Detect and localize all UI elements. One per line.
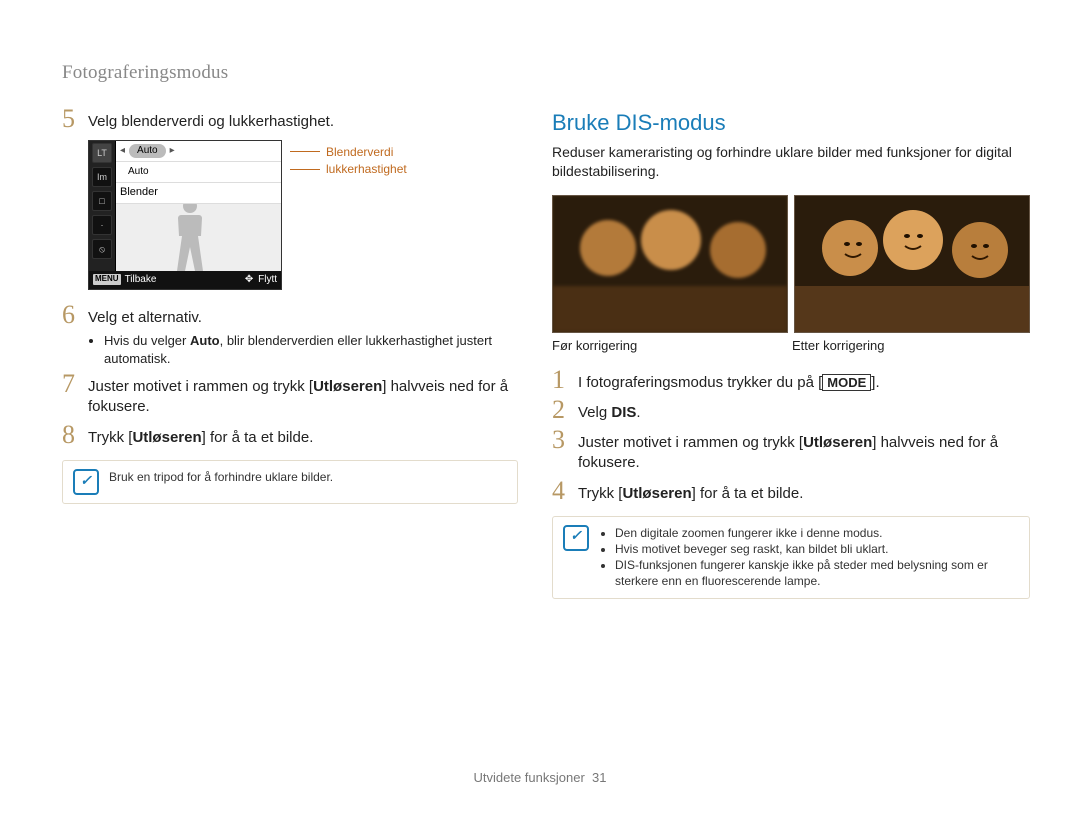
lcd-icon-4: · <box>92 215 112 235</box>
step-6: 6 Velg et alternativ. Hvis du velger Aut… <box>62 304 518 367</box>
caption-before: Før korrigering <box>552 337 786 355</box>
note-item: Hvis motivet beveger seg raskt, kan bild… <box>615 541 1019 557</box>
step-number: 1 <box>552 367 578 393</box>
lcd-back-label: Tilbake <box>125 273 157 287</box>
footer-section: Utvidete funksjoner <box>474 770 585 785</box>
step-sub-bullet: Hvis du velger Auto, blir blenderverdien… <box>104 332 518 367</box>
footer-page-number: 31 <box>592 770 606 785</box>
step-number: 4 <box>552 478 578 504</box>
leader-line <box>290 169 320 170</box>
step-text: Juster motivet i rammen og trykk [Utløse… <box>578 429 1030 474</box>
lcd-annotations: Blenderverdi lukkerhastighet <box>290 140 407 177</box>
annotation-1: Blenderverdi <box>290 144 407 160</box>
lcd-move-label: Flytt <box>258 273 277 287</box>
breadcrumb: Fotograferingsmodus <box>62 60 1030 86</box>
lcd-panel: ◂ Auto ▸ Auto Blender <box>116 141 281 271</box>
lcd-row-1: ◂ Auto ▸ <box>116 141 281 162</box>
step-number: 5 <box>62 106 88 132</box>
step-body: Velg et alternativ. Hvis du velger Auto,… <box>88 304 518 367</box>
info-icon: ✓ <box>563 525 589 551</box>
lcd-icon-3: □ <box>92 191 112 211</box>
photo-before <box>552 195 788 333</box>
note-list: Den digitale zoomen fungerer ikke i denn… <box>599 525 1019 590</box>
lcd-value-1: Auto <box>129 144 166 158</box>
step-text: Trykk [Utløseren] for å ta et bilde. <box>578 480 1030 504</box>
caption-after: Etter korrigering <box>792 337 1026 355</box>
lcd-row-3: Blender <box>116 183 281 204</box>
lcd-icon-5: ⦸ <box>92 239 112 259</box>
note-box: ✓ Bruk en tripod for å forhindre uklare … <box>62 460 518 504</box>
lcd-label-blender: Blender <box>120 185 158 200</box>
lcd-preview <box>116 204 281 271</box>
note-item: Den digitale zoomen fungerer ikke i denn… <box>615 525 1019 541</box>
person-silhouette-icon <box>170 204 210 271</box>
step-number: 7 <box>62 371 88 397</box>
info-icon: ✓ <box>73 469 99 495</box>
step-text: Trykk [Utløseren] for å ta et bilde. <box>88 424 518 448</box>
lcd-footer: MENU Tilbake ✥ Flytt <box>89 271 281 289</box>
step-number: 8 <box>62 422 88 448</box>
right-column: Bruke DIS-modus Reduser kameraristing og… <box>552 108 1030 599</box>
lcd-figure: LT Im □ · ⦸ ◂ Auto ▸ <box>88 140 518 290</box>
page-footer: Utvidete funksjoner 31 <box>0 769 1080 787</box>
lcd-row-2: Auto <box>116 162 281 183</box>
section-description: Reduser kameraristing og forhindre uklar… <box>552 143 1030 181</box>
step-3: 3 Juster motivet i rammen og trykk [Utlø… <box>552 429 1030 474</box>
note-box: ✓ Den digitale zoomen fungerer ikke i de… <box>552 516 1030 599</box>
step-text: Velg et alternativ. <box>88 309 202 326</box>
lcd-sidebar: LT Im □ · ⦸ <box>89 141 116 271</box>
left-column: 5 Velg blenderverdi og lukkerhastighet. … <box>62 108 518 599</box>
step-text: Velg blenderverdi og lukkerhastighet. <box>88 108 518 132</box>
step-number: 6 <box>62 302 88 328</box>
step-number: 3 <box>552 427 578 453</box>
photo-pair <box>552 195 1030 333</box>
step-4: 4 Trykk [Utløseren] for å ta et bilde. <box>552 480 1030 504</box>
chevron-right-icon: ▸ <box>170 144 175 158</box>
lcd-screen: LT Im □ · ⦸ ◂ Auto ▸ <box>88 140 282 290</box>
step-text: Velg DIS. <box>578 399 1030 423</box>
section-title: Bruke DIS-modus <box>552 108 1030 138</box>
note-item: DIS-funksjonen fungerer kanskje ikke på … <box>615 557 1019 589</box>
columns: 5 Velg blenderverdi og lukkerhastighet. … <box>62 108 1030 599</box>
step-7: 7 Juster motivet i rammen og trykk [Utlø… <box>62 373 518 418</box>
photo-captions: Før korrigering Etter korrigering <box>552 337 1030 355</box>
move-icon: ✥ <box>244 273 254 287</box>
mode-button-label: MODE <box>822 374 871 392</box>
photo-after <box>794 195 1030 333</box>
step-number: 2 <box>552 397 578 423</box>
step-2: 2 Velg DIS. <box>552 399 1030 423</box>
menu-tag: MENU <box>93 274 121 285</box>
step-text: I fotograferingsmodus trykker du på [MOD… <box>578 369 1030 393</box>
chevron-left-icon: ◂ <box>120 144 125 158</box>
step-1: 1 I fotograferingsmodus trykker du på [M… <box>552 369 1030 393</box>
step-8: 8 Trykk [Utløseren] for å ta et bilde. <box>62 424 518 448</box>
note-text: Bruk en tripod for å forhindre uklare bi… <box>109 469 333 485</box>
lcd-icon-im: Im <box>92 167 112 187</box>
lcd-icon-lt: LT <box>92 143 112 163</box>
leader-line <box>290 151 320 152</box>
step-5: 5 Velg blenderverdi og lukkerhastighet. <box>62 108 518 132</box>
annotation-2: lukkerhastighet <box>290 161 407 177</box>
page: Fotograferingsmodus 5 Velg blenderverdi … <box>0 0 1080 815</box>
step-text: Juster motivet i rammen og trykk [Utløse… <box>88 373 518 418</box>
lcd-value-2: Auto <box>120 165 157 179</box>
